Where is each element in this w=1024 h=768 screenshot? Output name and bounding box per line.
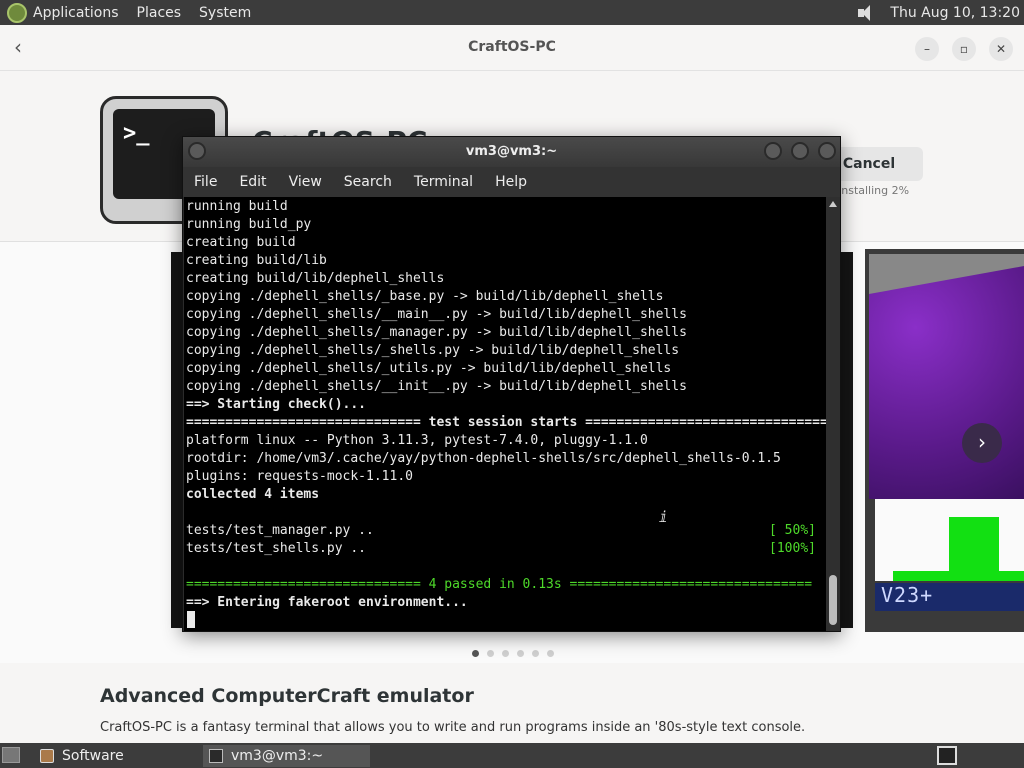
gallery-dot[interactable] bbox=[502, 650, 509, 657]
terminal-prompt-icon: >_ bbox=[123, 121, 150, 146]
software-app-icon bbox=[40, 749, 54, 763]
terminal-window[interactable]: vm3@vm3:~ File Edit View Search Terminal… bbox=[182, 136, 841, 632]
gallery-dot[interactable] bbox=[517, 650, 524, 657]
top-panel: Applications Places System Thu Aug 10, 1… bbox=[0, 0, 1024, 25]
terminal-maximize-button[interactable] bbox=[791, 142, 809, 160]
description-text: CraftOS-PC is a fantasy terminal that al… bbox=[100, 720, 806, 735]
volume-icon[interactable] bbox=[856, 3, 880, 23]
terminal-line: ============================== 4 passed … bbox=[186, 577, 813, 592]
menu-file[interactable]: File bbox=[194, 174, 217, 190]
menu-help[interactable]: Help bbox=[495, 174, 527, 190]
terminal-line: plugins: requests-mock-1.11.0 bbox=[186, 469, 413, 484]
next-screenshot-arrow-icon[interactable]: › bbox=[962, 423, 1002, 463]
scroll-up-arrow-icon[interactable] bbox=[829, 201, 837, 207]
terminal-line: copying ./dephell_shells/__init__.py -> … bbox=[186, 379, 687, 394]
terminal-line: copying ./dephell_shells/_shells.py -> b… bbox=[186, 343, 680, 358]
menu-places[interactable]: Places bbox=[137, 5, 182, 21]
terminal-app-icon bbox=[209, 749, 223, 763]
window-title: CraftOS-PC bbox=[468, 39, 556, 55]
task-terminal[interactable]: vm3@vm3:~ bbox=[203, 745, 370, 767]
test-percent: [ 50%] bbox=[769, 523, 816, 538]
install-status: Installing 2% bbox=[838, 184, 910, 197]
terminal-line: tests/test_shells.py .. bbox=[186, 541, 367, 556]
bottom-taskbar: Software vm3@vm3:~ bbox=[0, 743, 1024, 768]
terminal-line: collected 4 items bbox=[186, 487, 320, 502]
menu-terminal[interactable]: Terminal bbox=[414, 174, 473, 190]
terminal-line: rootdir: /home/vm3/.cache/yay/python-dep… bbox=[186, 451, 781, 466]
distro-logo-icon[interactable] bbox=[7, 2, 27, 23]
workspace-switcher-icon[interactable] bbox=[937, 746, 957, 765]
gallery-dots bbox=[472, 650, 554, 657]
task-software[interactable]: Software bbox=[34, 745, 199, 767]
terminal-scrollbar[interactable] bbox=[826, 197, 840, 631]
screenshot-green-bar bbox=[893, 571, 1024, 581]
close-button[interactable]: ✕ bbox=[989, 37, 1013, 61]
screenshot-text: V23+ bbox=[881, 583, 934, 607]
terminal-title: vm3@vm3:~ bbox=[465, 144, 558, 159]
mouse-ibeam-cursor-icon: ⅈ bbox=[659, 508, 669, 526]
menu-view[interactable]: View bbox=[289, 174, 322, 190]
gallery-dot[interactable] bbox=[547, 650, 554, 657]
gallery-dot[interactable] bbox=[472, 650, 479, 657]
menu-system[interactable]: System bbox=[199, 5, 251, 21]
terminal-line: tests/test_manager.py .. bbox=[186, 523, 374, 538]
gallery-dot[interactable] bbox=[487, 650, 494, 657]
terminal-line: ==> Entering fakeroot environment... bbox=[186, 595, 468, 610]
task-label: Software bbox=[62, 748, 124, 764]
terminal-line: ==> Starting check()... bbox=[186, 397, 367, 412]
clock[interactable]: Thu Aug 10, 13:20 bbox=[890, 5, 1020, 21]
terminal-menubar: File Edit View Search Terminal Help bbox=[183, 167, 840, 197]
maximize-button[interactable]: ▫ bbox=[952, 37, 976, 61]
menu-search[interactable]: Search bbox=[344, 174, 392, 190]
terminal-line: creating build bbox=[186, 235, 296, 250]
terminal-minimize-button[interactable] bbox=[764, 142, 782, 160]
terminal-line: running build_py bbox=[186, 217, 312, 232]
task-label: vm3@vm3:~ bbox=[231, 748, 324, 764]
menu-edit[interactable]: Edit bbox=[239, 174, 266, 190]
terminal-line: creating build/lib bbox=[186, 253, 327, 268]
show-desktop-button[interactable] bbox=[2, 747, 20, 763]
test-percent: [100%] bbox=[769, 541, 816, 556]
terminal-line: copying ./dephell_shells/__main__.py -> … bbox=[186, 307, 687, 322]
terminal-line: creating build/lib/dephell_shells bbox=[186, 271, 445, 286]
description-title: Advanced ComputerCraft emulator bbox=[100, 685, 474, 707]
terminal-line: copying ./dephell_shells/_manager.py -> … bbox=[186, 325, 687, 340]
terminal-output[interactable]: running build running build_py creating … bbox=[184, 197, 826, 631]
terminal-line: ============================== test sess… bbox=[186, 415, 826, 430]
terminal-titlebar[interactable]: vm3@vm3:~ bbox=[183, 137, 840, 167]
menu-applications[interactable]: Applications bbox=[33, 5, 119, 21]
terminal-line: copying ./dephell_shells/_base.py -> bui… bbox=[186, 289, 664, 304]
software-headerbar: ‹ CraftOS-PC – ▫ ✕ bbox=[0, 25, 1024, 71]
scrollbar-thumb[interactable] bbox=[829, 575, 837, 625]
terminal-line: copying ./dephell_shells/_utils.py -> bu… bbox=[186, 361, 672, 376]
terminal-cursor bbox=[187, 611, 195, 628]
terminal-close-button[interactable] bbox=[818, 142, 836, 160]
terminal-line: platform linux -- Python 3.11.3, pytest-… bbox=[186, 433, 648, 448]
minimize-button[interactable]: – bbox=[915, 37, 939, 61]
screenshot-purple-area bbox=[869, 254, 1024, 499]
gallery-dot[interactable] bbox=[532, 650, 539, 657]
terminal-line: running build bbox=[186, 199, 288, 214]
